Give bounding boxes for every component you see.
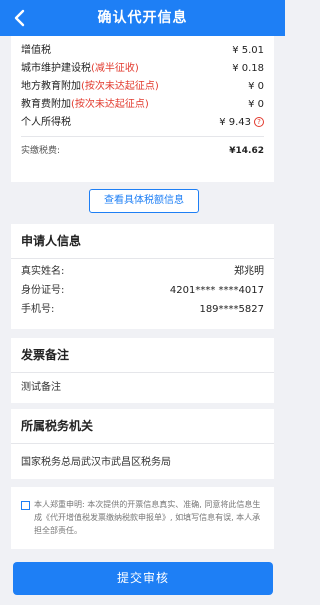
tax-note: (按次未达起征点) xyxy=(81,81,159,92)
total-row: 实缴税费: ¥14.62 xyxy=(21,142,264,160)
submit-review-button[interactable]: 提交审核 xyxy=(13,562,273,595)
tax-name: 地方教育附加 xyxy=(21,81,81,92)
tax-note: (减半征收) xyxy=(91,63,139,74)
tax-amount: ¥ 0 xyxy=(248,81,264,92)
consent-text: 本人郑重申明: 本次提供的开票信息真实、准确, 同意将此信息生成《代开增值税发票… xyxy=(34,500,261,535)
tax-amount: ¥ 0.18 xyxy=(232,63,264,74)
tax-name: 个人所得税 xyxy=(21,117,71,128)
tax-name: 增值税 xyxy=(21,45,51,56)
top-nav-bar: 确认代开信息 xyxy=(0,0,285,36)
tax-row-city-maintenance: 城市维护建设税(减半征收) ¥ 0.18 xyxy=(21,60,264,78)
tax-row-education: 教育费附加(按次未达起征点) ¥ 0 xyxy=(21,96,264,114)
total-amount: ¥14.62 xyxy=(229,146,264,156)
tax-amount: ¥ 5.01 xyxy=(232,45,264,56)
consent-card: 本人郑重申明: 本次提供的开票信息真实、准确, 同意将此信息生成《代开增值税发票… xyxy=(11,487,274,549)
tax-row-local-education: 地方教育附加(按次未达起征点) ¥ 0 xyxy=(21,78,264,96)
divider xyxy=(21,136,264,137)
info-value: 189****5827 xyxy=(199,304,264,315)
tax-amount: ¥ 0 xyxy=(248,99,264,110)
tax-office-card: 所属税务机关 国家税务总局武汉市武昌区税务局 xyxy=(11,409,274,479)
section-title: 申请人信息 xyxy=(21,234,82,248)
page-title: 确认代开信息 xyxy=(97,10,188,26)
tax-office-text: 国家税务总局武汉市武昌区税务局 xyxy=(21,457,171,468)
info-label: 身份证号: xyxy=(21,285,65,296)
tax-summary-card: 增值税 ¥ 5.01 城市维护建设税(减半征收) ¥ 0.18 地方教育附加(按… xyxy=(11,36,274,182)
divider xyxy=(11,372,274,373)
applicant-row-name: 真实姓名: 郑兆明 xyxy=(21,263,264,281)
info-value: 4201**** ****4017 xyxy=(169,285,264,296)
total-label: 实缴税费: xyxy=(21,146,61,156)
invoice-remark-card: 发票备注 测试备注 xyxy=(11,338,274,403)
section-title: 所属税务机关 xyxy=(21,419,94,433)
question-icon[interactable]: ? xyxy=(254,117,264,127)
applicant-row-id: 身份证号: 4201**** ****4017 xyxy=(21,282,264,300)
tax-row-vat: 增值税 ¥ 5.01 xyxy=(21,42,264,60)
section-title: 发票备注 xyxy=(21,348,70,362)
remark-text: 测试备注 xyxy=(21,382,61,393)
applicant-row-phone: 手机号: 189****5827 xyxy=(21,301,264,319)
tax-name: 教育费附加 xyxy=(21,99,71,110)
consent-checkbox[interactable] xyxy=(21,501,30,510)
info-label: 真实姓名: xyxy=(21,266,65,277)
tax-amount: ¥ 9.43 xyxy=(219,117,251,128)
tax-name: 城市维护建设税 xyxy=(21,63,91,74)
divider xyxy=(11,443,274,444)
divider xyxy=(11,258,274,259)
applicant-info-card: 申请人信息 真实姓名: 郑兆明 身份证号: 4201**** ****4017 … xyxy=(11,224,274,329)
view-tax-detail-button[interactable]: 查看具体税额信息 xyxy=(89,189,199,213)
tax-note: (按次未达起征点) xyxy=(71,99,149,110)
info-value: 郑兆明 xyxy=(234,266,264,277)
info-label: 手机号: xyxy=(21,304,55,315)
tax-row-personal-income: 个人所得税 ¥ 9.43? xyxy=(21,114,264,132)
